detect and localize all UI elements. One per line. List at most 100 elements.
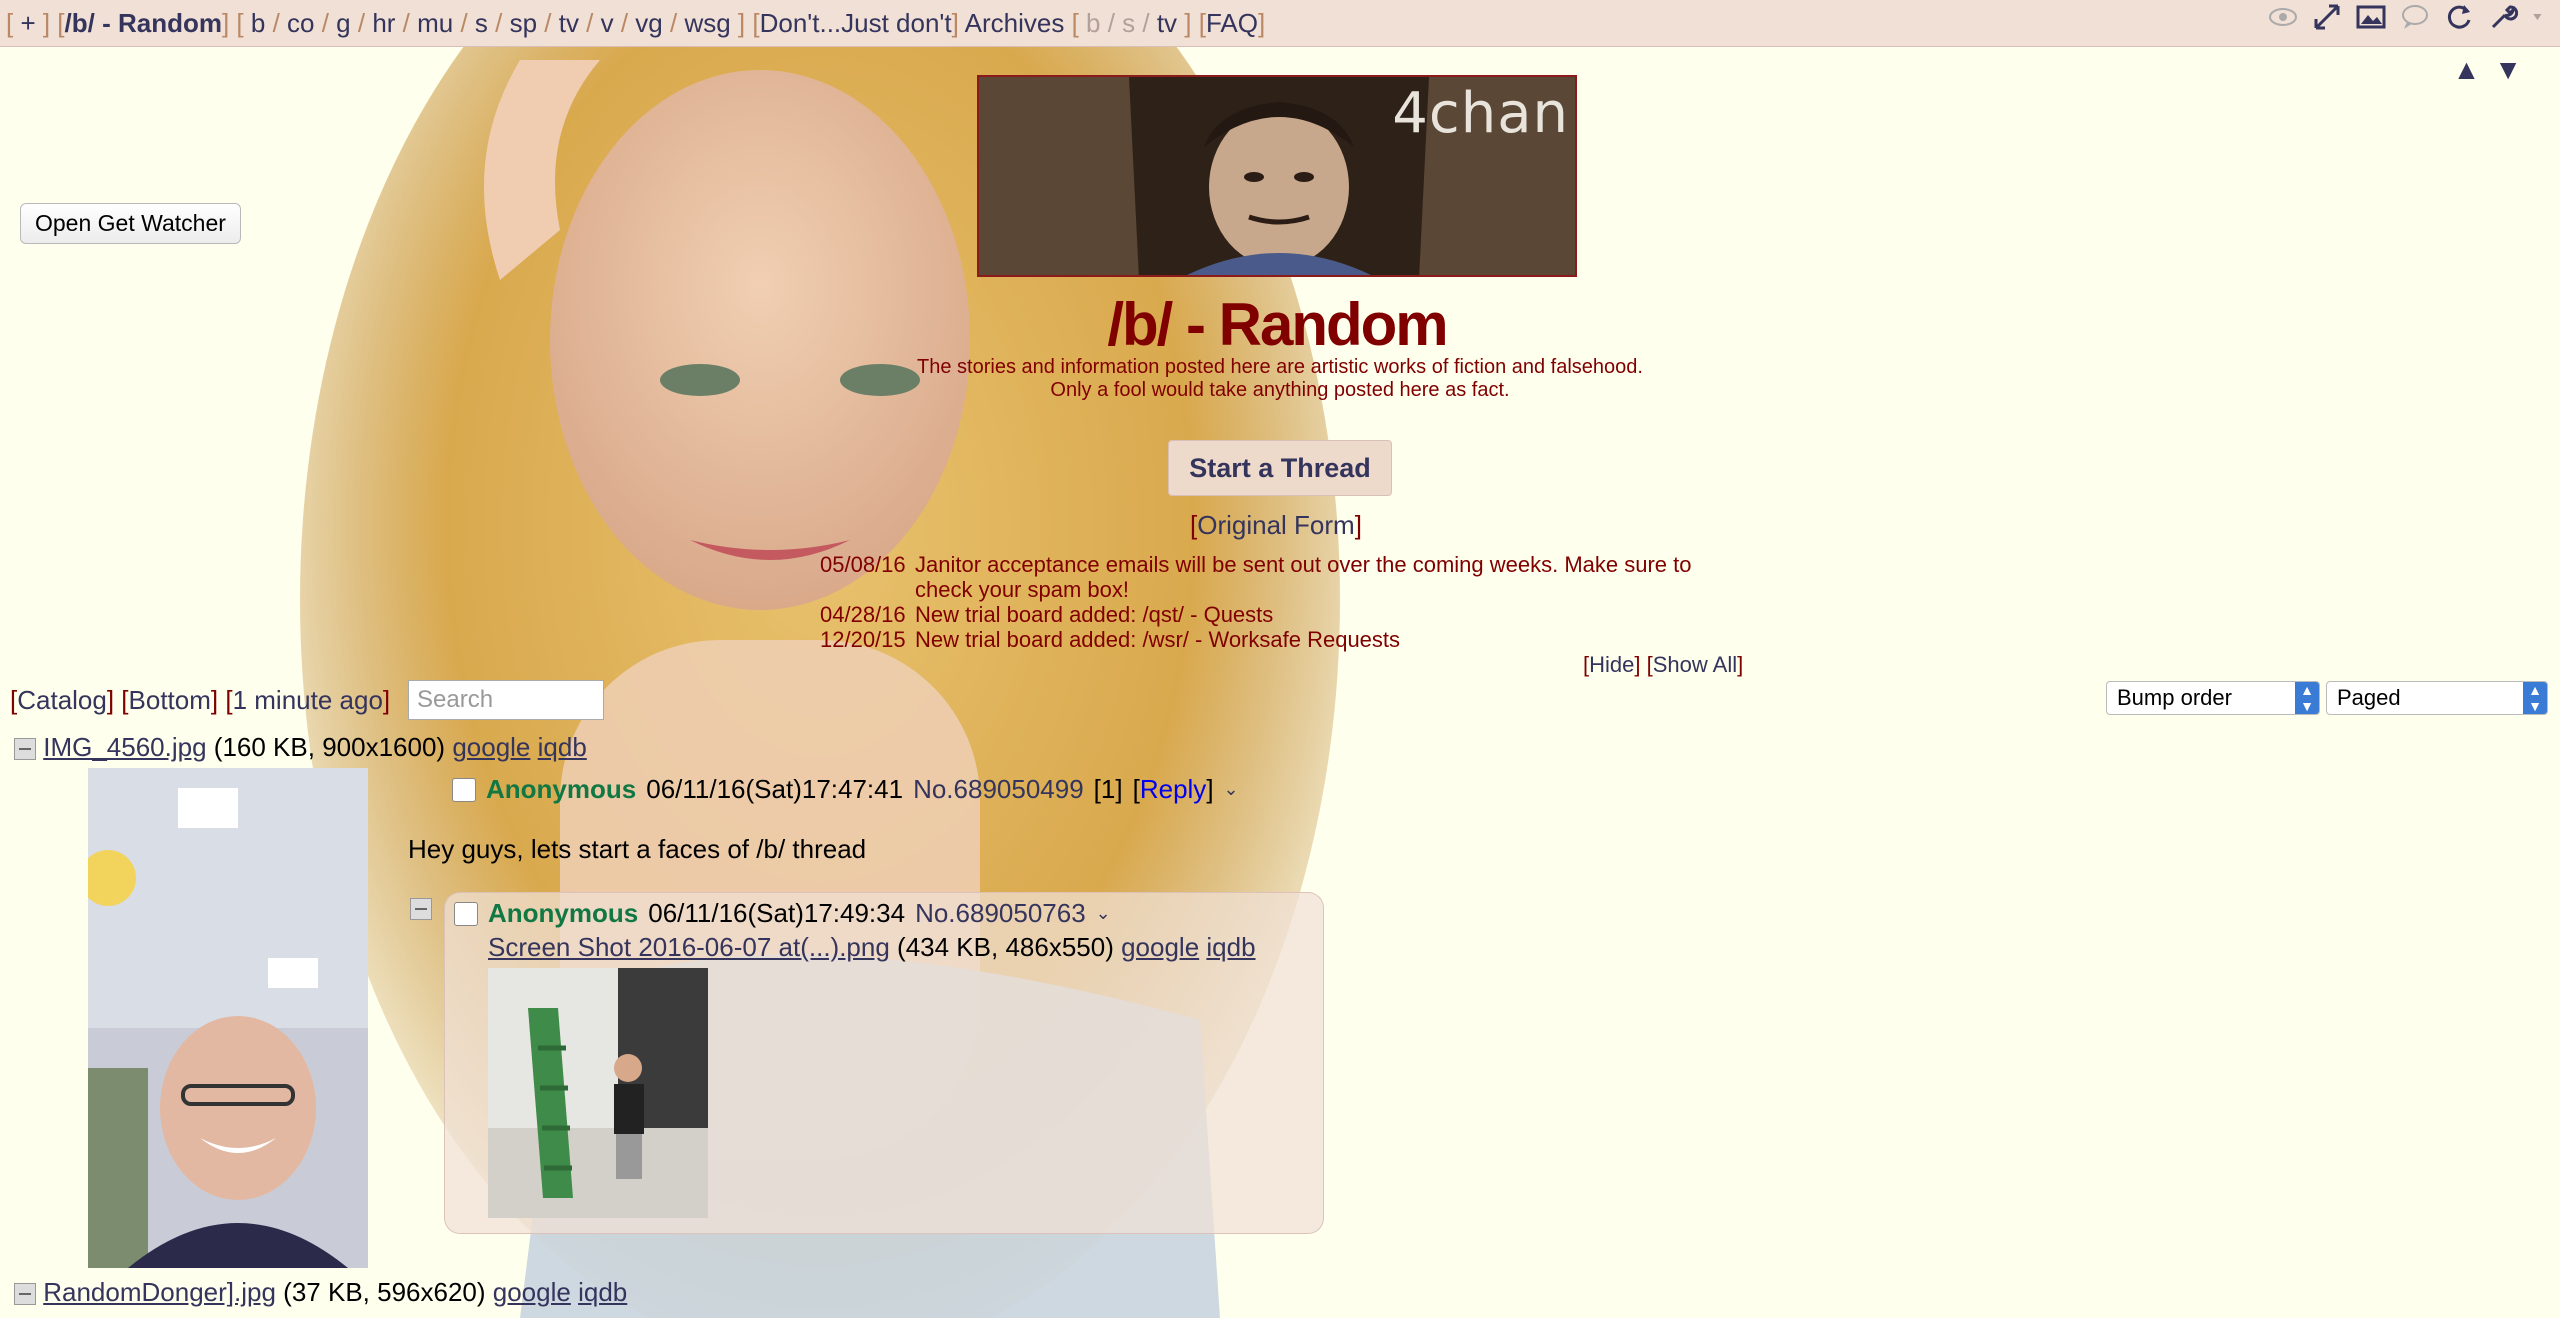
wrench-icon[interactable] — [2488, 0, 2518, 46]
open-get-watcher-button[interactable]: Open Get Watcher — [20, 203, 241, 244]
archives-link[interactable]: Archives — [965, 8, 1065, 38]
board-nav-links: [Catalog] [Bottom] [1 minute ago] — [10, 685, 391, 715]
news-date: 05/08/16 — [820, 552, 906, 577]
news-list: 05/08/16 Janitor acceptance emails will b… — [820, 552, 1720, 652]
op-select-checkbox[interactable] — [452, 777, 476, 802]
news-text: Janitor acceptance emails will be sent o… — [915, 552, 1692, 602]
original-form-link[interactable]: Original Form — [1197, 510, 1354, 540]
index-mode-select[interactable]: Paged ▲ ▼ — [2326, 681, 2548, 715]
news-date: 04/28/16 — [820, 602, 906, 627]
board-link-wsg[interactable]: wsg — [684, 8, 730, 38]
op-thumbnail-image — [88, 768, 368, 1268]
reply-select-checkbox[interactable] — [454, 901, 478, 926]
board-link-mu[interactable]: mu — [417, 8, 453, 38]
search-input[interactable]: Search — [408, 680, 604, 720]
scroll-up-button[interactable]: ▲ — [2453, 54, 2495, 85]
google-search-link[interactable]: google — [493, 1277, 571, 1307]
post-menu-chevron-icon[interactable]: ⌄ — [1224, 779, 1239, 800]
add-board-link[interactable]: + — [20, 8, 35, 38]
iqdb-search-link[interactable]: iqdb — [538, 732, 587, 762]
post-menu-chevron-icon[interactable]: ⌄ — [1096, 903, 1111, 924]
board-title: /b/ - Random — [1107, 291, 1448, 358]
banner-logo: 4chan — [1392, 81, 1569, 146]
hide-reply-button[interactable] — [410, 898, 432, 920]
faq-link[interactable]: FAQ — [1206, 8, 1258, 38]
sort-order-value: Bump order — [2117, 685, 2232, 710]
reply-file-link[interactable]: Screen Shot 2016-06-07 at(...).png — [488, 932, 890, 962]
dont-link[interactable]: Don't...Just don't — [760, 8, 952, 38]
board-link-sp[interactable]: sp — [510, 8, 537, 38]
op-reply-link[interactable]: Reply — [1140, 774, 1206, 804]
top-nav-bar: [ + ] [/b/ - Random] [ b / co / g / hr /… — [0, 0, 2560, 47]
current-board-link[interactable]: /b/ - Random — [65, 8, 222, 38]
updated-link[interactable]: 1 minute ago — [233, 685, 383, 715]
sort-order-select[interactable]: Bump order ▲ ▼ — [2106, 681, 2320, 715]
next-thread-file-meta: (37 KB, 596x620) — [283, 1277, 486, 1307]
op-thumbnail[interactable] — [88, 768, 368, 1268]
google-search-link[interactable]: google — [1121, 932, 1199, 962]
reply-thumbnail[interactable] — [488, 968, 708, 1218]
chat-icon[interactable] — [2400, 0, 2430, 46]
news-item: 12/20/15 New trial board added: /wsr/ - W… — [820, 627, 1720, 652]
archive-link-b[interactable]: b — [1086, 8, 1100, 38]
op-file-meta: (160 KB, 900x1600) — [213, 732, 446, 762]
index-mode-value: Paged — [2337, 685, 2401, 710]
op-reply-count: [1] — [1093, 774, 1123, 804]
news-controls: [Hide] [Show All] — [1583, 652, 1744, 677]
expand-icon[interactable] — [2312, 0, 2342, 46]
start-thread-button[interactable]: Start a Thread — [1168, 440, 1392, 496]
op-file-info: IMG_4560.jpg (160 KB, 900x1600) google i… — [14, 732, 587, 763]
next-thread-file-info: RandomDonger].jpg (37 KB, 596x620) googl… — [14, 1277, 627, 1308]
archive-link-s[interactable]: s — [1122, 8, 1135, 38]
subtitle-line-2: Only a fool would take anything posted h… — [1050, 379, 1510, 401]
archive-link-tv[interactable]: tv — [1157, 8, 1177, 38]
catalog-link[interactable]: Catalog — [17, 685, 107, 715]
scroll-down-button[interactable]: ▼ — [2494, 54, 2536, 85]
reply-poster-name: Anonymous — [488, 898, 639, 928]
menu-chevron-icon[interactable] — [2532, 0, 2550, 46]
hide-thread-button[interactable] — [14, 738, 36, 761]
board-link-s[interactable]: s — [475, 8, 488, 38]
refresh-icon[interactable] — [2444, 0, 2474, 46]
op-post-header: Anonymous 06/11/16(Sat)17:47:41 No.68905… — [452, 774, 1239, 805]
op-post-number[interactable]: No.689050499 — [913, 774, 1084, 805]
op-file-link[interactable]: IMG_4560.jpg — [43, 732, 206, 762]
subtitle-line-1: The stories and information posted here … — [917, 356, 1643, 378]
board-link-hr[interactable]: hr — [372, 8, 395, 38]
reply-post-number[interactable]: No.689050763 — [915, 898, 1086, 929]
news-item: 05/08/16 Janitor acceptance emails will b… — [820, 552, 1720, 602]
select-caret-icon: ▲ ▼ — [2295, 682, 2319, 714]
iqdb-search-link[interactable]: iqdb — [1206, 932, 1255, 962]
board-subtitle: The stories and information posted here … — [860, 356, 1700, 402]
board-link-tv[interactable]: tv — [559, 8, 579, 38]
scroll-arrows: ▲▼ — [2453, 54, 2536, 86]
board-link-g[interactable]: g — [336, 8, 350, 38]
news-date: 12/20/15 — [820, 627, 906, 652]
news-text: New trial board added: /wsr/ - Worksafe … — [915, 627, 1401, 652]
eye-icon[interactable] — [2268, 0, 2298, 46]
next-thread-file-link[interactable]: RandomDonger].jpg — [43, 1277, 276, 1307]
reply-file-meta: (434 KB, 486x550) — [897, 932, 1114, 962]
select-caret-icon: ▲ ▼ — [2523, 682, 2547, 714]
op-comment: Hey guys, lets start a faces of /b/ thre… — [408, 834, 867, 864]
image-icon[interactable] — [2356, 0, 2386, 46]
board-link-v[interactable]: v — [601, 8, 614, 38]
original-form-toggle: [Original Form] — [1190, 510, 1362, 540]
bottom-link[interactable]: Bottom — [129, 685, 211, 715]
hide-news-link[interactable]: Hide — [1589, 652, 1634, 677]
hide-thread-button[interactable] — [14, 1283, 36, 1306]
op-poster-name: Anonymous — [486, 774, 637, 804]
news-text: New trial board added: /qst/ - Quests — [915, 602, 1274, 627]
op-datetime: 06/11/16(Sat)17:47:41 — [646, 774, 904, 804]
reply-post-header: Anonymous 06/11/16(Sat)17:49:34 No.68905… — [454, 898, 1111, 929]
board-link-vg[interactable]: vg — [635, 8, 662, 38]
board-link-b[interactable]: b — [251, 8, 265, 38]
iqdb-search-link[interactable]: iqdb — [578, 1277, 627, 1307]
board-banner[interactable]: 4chan — [977, 75, 1577, 277]
news-item: 04/28/16 New trial board added: /qst/ - Q… — [820, 602, 1720, 627]
board-link-co[interactable]: co — [287, 8, 314, 38]
show-all-news-link[interactable]: Show All — [1653, 652, 1737, 677]
reply-file-info: Screen Shot 2016-06-07 at(...).png (434 … — [488, 932, 1256, 963]
google-search-link[interactable]: google — [452, 732, 530, 762]
reply-thumbnail-image — [488, 968, 708, 1218]
